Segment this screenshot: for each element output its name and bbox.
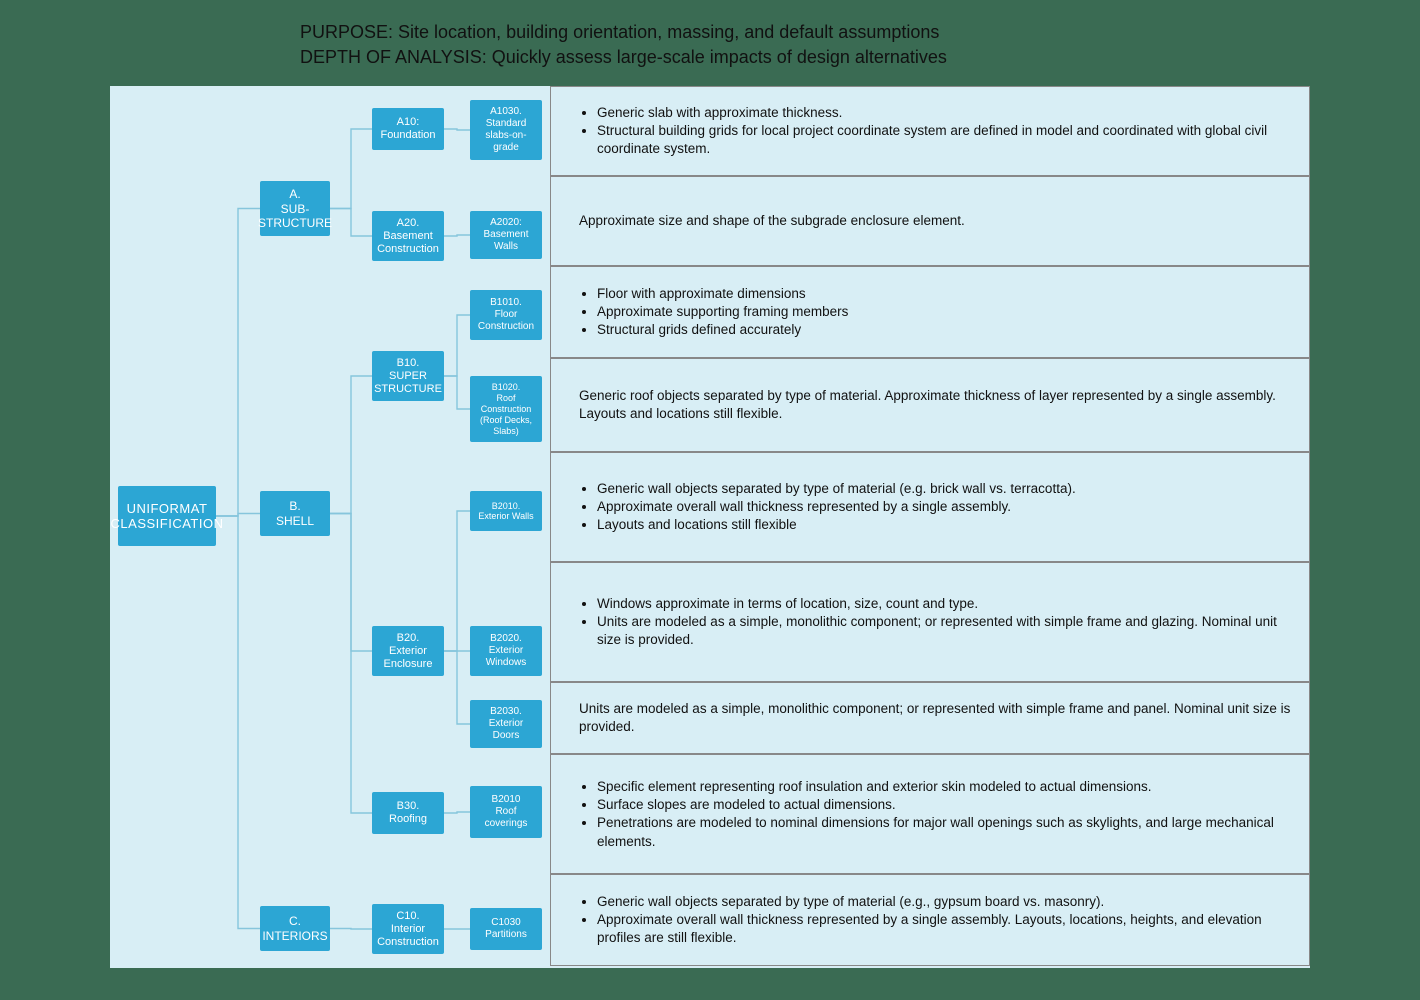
desc-bullets: Windows approximate in terms of location…	[579, 595, 1293, 650]
desc-row-A2020: Approximate size and shape of the subgra…	[550, 176, 1310, 266]
node-label: B2010 Roof coverings	[485, 794, 528, 830]
desc-bullet: Structural building grids for local proj…	[597, 122, 1293, 158]
node-major-a: A. SUB- STRUCTURE	[260, 181, 330, 236]
desc-bullet: Approximate overall wall thickness repre…	[597, 911, 1293, 947]
desc-bullet: Generic wall objects separated by type o…	[597, 480, 1076, 498]
desc-row-B1020: Generic roof objects separated by type o…	[550, 358, 1310, 452]
desc-row-B2030: Units are modeled as a simple, monolithi…	[550, 682, 1310, 754]
header: PURPOSE: Site location, building orienta…	[0, 0, 1420, 86]
node-major-c: C. INTERIORS	[260, 906, 330, 951]
node-label: B. SHELL	[276, 499, 314, 528]
node-label: C. INTERIORS	[262, 914, 327, 943]
node-a20: A20. Basement Construction	[372, 211, 444, 261]
node-label: B1020. Roof Construction (Roof Decks, Sl…	[480, 382, 532, 436]
diagram-area: UNIFORMAT CLASSIFICATION A. SUB- STRUCTU…	[110, 86, 1310, 968]
node-label: UNIFORMAT CLASSIFICATION	[111, 501, 224, 532]
node-label: B20. Exterior Enclosure	[384, 632, 433, 672]
node-label: C1030 Partitions	[485, 917, 527, 941]
desc-bullet: Units are modeled as a simple, monolithi…	[597, 613, 1293, 649]
desc-bullets: Floor with approximate dimensionsApproxi…	[579, 285, 848, 340]
node-major-b: B. SHELL	[260, 491, 330, 536]
desc-bullet: Surface slopes are modeled to actual dim…	[597, 796, 1293, 814]
node-label: C10. Interior Construction	[377, 910, 439, 950]
node-label: A1030. Standard slabs-on- grade	[485, 106, 526, 154]
desc-row-B2010: Generic wall objects separated by type o…	[550, 452, 1310, 562]
desc-bullets: Specific element representing roof insul…	[579, 778, 1293, 851]
node-label: A2020: Basement Walls	[483, 217, 528, 253]
node-c10: C10. Interior Construction	[372, 904, 444, 954]
node-c1030: C1030 Partitions	[470, 908, 542, 950]
desc-text: Approximate size and shape of the subgra…	[579, 212, 965, 230]
node-root-uniformat: UNIFORMAT CLASSIFICATION	[118, 486, 216, 546]
desc-row-B2020: Windows approximate in terms of location…	[550, 562, 1310, 682]
node-b2030: B2030. Exterior Doors	[470, 700, 542, 748]
node-label: A20. Basement Construction	[377, 217, 439, 257]
node-b2020: B2020. Exterior Windows	[470, 626, 542, 676]
desc-bullet: Floor with approximate dimensions	[597, 285, 848, 303]
header-line-1: PURPOSE: Site location, building orienta…	[300, 20, 1420, 45]
node-b1020: B1020. Roof Construction (Roof Decks, Sl…	[470, 376, 542, 442]
node-label: B1010. Floor Construction	[478, 297, 534, 333]
desc-bullet: Layouts and locations still flexible	[597, 516, 1076, 534]
desc-row-A1030: Generic slab with approximate thickness.…	[550, 86, 1310, 176]
node-label: A. SUB- STRUCTURE	[258, 187, 332, 230]
desc-bullet: Approximate supporting framing members	[597, 303, 848, 321]
node-b2010: B2010. Exterior Walls	[470, 491, 542, 531]
header-line-2: DEPTH OF ANALYSIS: Quickly assess large-…	[300, 45, 1420, 70]
desc-bullets: Generic wall objects separated by type o…	[579, 893, 1293, 948]
desc-row-B2010r: Specific element representing roof insul…	[550, 754, 1310, 874]
desc-bullets: Generic slab with approximate thickness.…	[579, 104, 1293, 159]
node-label: B30. Roofing	[389, 800, 427, 826]
node-a2020: A2020: Basement Walls	[470, 211, 542, 259]
desc-row-B1010: Floor with approximate dimensionsApproxi…	[550, 266, 1310, 358]
desc-bullet: Structural grids defined accurately	[597, 321, 848, 339]
desc-text: Generic roof objects separated by type o…	[579, 387, 1293, 423]
node-b1010: B1010. Floor Construction	[470, 290, 542, 340]
node-label: B2010. Exterior Walls	[478, 501, 533, 523]
node-label: B10. SUPER STRUCTURE	[374, 357, 442, 397]
desc-bullets: Generic wall objects separated by type o…	[579, 480, 1076, 535]
node-b30: B30. Roofing	[372, 792, 444, 834]
desc-bullet: Approximate overall wall thickness repre…	[597, 498, 1076, 516]
desc-text: Units are modeled as a simple, monolithi…	[579, 700, 1293, 736]
desc-bullet: Windows approximate in terms of location…	[597, 595, 1293, 613]
desc-bullet: Generic slab with approximate thickness.	[597, 104, 1293, 122]
node-label: B2020. Exterior Windows	[486, 633, 527, 669]
node-a1030: A1030. Standard slabs-on- grade	[470, 100, 542, 160]
node-b2010-roof: B2010 Roof coverings	[470, 786, 542, 838]
desc-bullet: Specific element representing roof insul…	[597, 778, 1293, 796]
node-b20: B20. Exterior Enclosure	[372, 626, 444, 676]
node-a10: A10: Foundation	[372, 108, 444, 150]
node-label: A10: Foundation	[380, 116, 435, 142]
description-column: Generic slab with approximate thickness.…	[550, 86, 1310, 968]
node-b10: B10. SUPER STRUCTURE	[372, 351, 444, 401]
desc-row-C1030: Generic wall objects separated by type o…	[550, 874, 1310, 966]
desc-bullet: Generic wall objects separated by type o…	[597, 893, 1293, 911]
node-label: B2030. Exterior Doors	[489, 706, 523, 742]
desc-bullet: Penetrations are modeled to nominal dime…	[597, 814, 1293, 850]
